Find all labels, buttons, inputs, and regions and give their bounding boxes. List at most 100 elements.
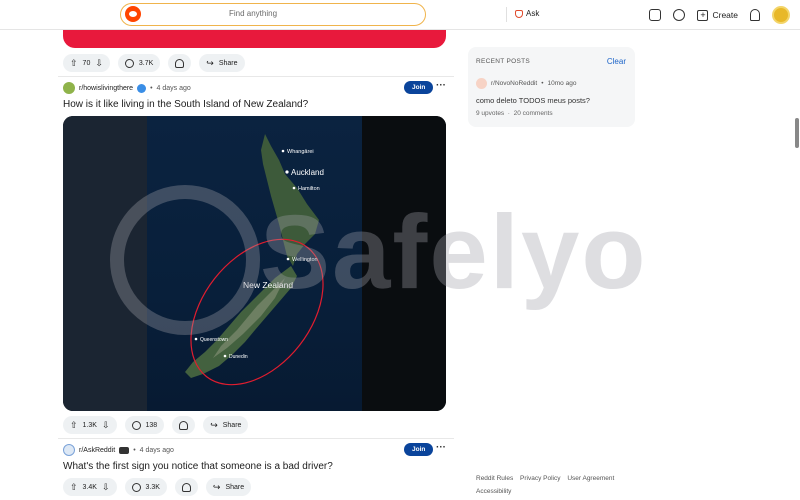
vote-count: 3.4K — [82, 483, 97, 491]
award-icon — [181, 482, 191, 492]
recent-posts-panel: RECENT POSTS Clear r/NovoNoReddit • 10mo… — [468, 47, 635, 127]
ask-icon — [515, 9, 523, 18]
recent-post-stats: 9 upvotes · 20 comments — [476, 110, 553, 117]
comment-count: 138 — [145, 421, 158, 429]
more-options-icon[interactable]: ··· — [436, 80, 446, 91]
post-actions: ⇧ 1.3K ⇩ 138 ↪ Share — [63, 416, 249, 434]
comment-icon — [124, 58, 134, 68]
previous-post-actions: ⇧ 70 ⇩ 3.7K ↪ Share — [63, 54, 245, 72]
verified-icon — [137, 83, 147, 93]
recent-comments: 20 comments — [513, 110, 553, 117]
share-icon: ↪ — [206, 57, 214, 68]
vote-count: 1.3K — [82, 421, 97, 429]
post-title[interactable]: What's the first sign you notice that so… — [63, 461, 333, 472]
recent-post-title[interactable]: como deleto TODOS meus posts? — [476, 96, 590, 105]
share-button[interactable]: ↪ Share — [199, 54, 245, 72]
share-icon: ↪ — [210, 419, 218, 430]
map-panel: Whangārei Auckland Hamilton Wellington N… — [147, 116, 362, 411]
award-button[interactable] — [172, 416, 196, 434]
share-label: Share — [218, 59, 238, 67]
map-label-auckland: Auckland — [291, 168, 324, 177]
share-label: Share — [225, 483, 245, 491]
separator-dot: · — [506, 110, 512, 117]
recent-subreddit[interactable]: r/NovoNoReddit — [491, 80, 537, 87]
notification-bell-icon[interactable] — [750, 9, 760, 21]
footer-link-rules[interactable]: Reddit Rules — [476, 475, 513, 482]
post-divider — [58, 76, 454, 77]
separator-dot: • — [133, 446, 136, 454]
subreddit-icon[interactable] — [476, 78, 487, 89]
new-zealand-map: Whangārei Auckland Hamilton Wellington N… — [185, 134, 324, 386]
clear-button[interactable]: Clear — [607, 57, 626, 66]
search-input[interactable]: Find anything — [121, 9, 385, 18]
recent-post-meta: r/NovoNoReddit • 10mo ago — [476, 78, 576, 89]
subreddit-icon[interactable] — [63, 444, 75, 456]
recent-upvotes: 9 upvotes — [476, 110, 505, 117]
search-divider — [506, 7, 507, 22]
map-label-wellington: Wellington — [292, 257, 318, 263]
create-button[interactable]: + Create — [697, 9, 738, 21]
ask-button[interactable]: Ask — [515, 9, 539, 18]
separator-dot: • — [150, 84, 153, 92]
vote-control[interactable]: ⇧ 70 ⇩ — [63, 54, 110, 72]
plus-icon: + — [697, 9, 709, 21]
previous-post-media[interactable] — [63, 30, 446, 48]
downvote-icon[interactable]: ⇩ — [102, 420, 110, 430]
share-button[interactable]: ↪ Share — [203, 416, 249, 434]
share-button[interactable]: ↪ Share — [205, 478, 252, 496]
comments-button[interactable]: 138 — [124, 416, 165, 434]
award-button[interactable] — [168, 54, 192, 72]
post-time: 4 days ago — [156, 84, 191, 92]
subreddit-icon[interactable] — [63, 82, 75, 94]
join-button[interactable]: Join — [404, 81, 434, 94]
chat-icon[interactable] — [673, 9, 686, 21]
comment-icon — [131, 420, 141, 430]
ask-label: Ask — [526, 9, 540, 18]
post-actions: ⇧ 3.4K ⇩ 3.3K ↪ Share — [63, 478, 252, 496]
upvote-icon[interactable]: ⇧ — [70, 420, 78, 430]
page-scrollbar[interactable] — [795, 118, 799, 148]
comments-button[interactable]: 3.7K — [117, 54, 161, 72]
post-image[interactable]: Whangārei Auckland Hamilton Wellington N… — [63, 116, 446, 411]
advertise-icon[interactable] — [649, 9, 662, 21]
post-meta: r/howislivingthere • 4 days ago — [63, 82, 191, 94]
map-label-dunedin: Dunedin — [229, 354, 248, 360]
more-options-icon[interactable]: ··· — [436, 442, 446, 453]
vote-control[interactable]: ⇧ 3.4K ⇩ — [63, 478, 117, 496]
post-divider — [58, 438, 454, 439]
comments-button[interactable]: 3.3K — [124, 478, 167, 496]
comment-count: 3.3K — [145, 483, 160, 491]
vote-control[interactable]: ⇧ 1.3K ⇩ — [63, 416, 117, 434]
post-title[interactable]: How is it like living in the South Islan… — [63, 99, 308, 110]
share-icon: ↪ — [212, 481, 221, 492]
separator-dot: • — [541, 80, 544, 87]
downvote-icon[interactable]: ⇩ — [95, 58, 103, 68]
join-button[interactable]: Join — [404, 443, 434, 456]
recent-posts-heading: RECENT POSTS — [476, 58, 531, 65]
subreddit-name[interactable]: r/howislivingthere — [79, 85, 133, 92]
flair-icon — [119, 446, 130, 454]
footer-link-accessibility[interactable]: Accessibility — [476, 488, 511, 495]
header-actions: + Create — [649, 6, 790, 24]
map-label-queenstown: Queenstown — [200, 337, 228, 343]
map-label-country: New Zealand — [243, 280, 293, 290]
user-avatar[interactable] — [772, 6, 790, 24]
image-side-panel — [63, 116, 147, 411]
footer-link-agreement[interactable]: User Agreement — [567, 475, 614, 482]
subreddit-name[interactable]: r/AskReddit — [79, 447, 115, 454]
create-label: Create — [712, 10, 738, 20]
search-bar[interactable]: Find anything Ask — [120, 3, 539, 26]
upvote-icon[interactable]: ⇧ — [70, 482, 78, 492]
downvote-icon[interactable]: ⇩ — [102, 482, 110, 492]
footer-links: Reddit Rules Privacy Policy User Agreeme… — [476, 472, 626, 498]
award-icon — [179, 420, 189, 430]
map-label-hamilton: Hamilton — [298, 186, 320, 192]
comment-icon — [131, 482, 141, 492]
post-meta: r/AskReddit • 4 days ago — [63, 444, 174, 456]
recent-time: 10mo ago — [547, 80, 577, 87]
share-label: Share — [222, 421, 242, 429]
top-bar: Find anything Ask + Create — [0, 0, 800, 30]
footer-link-privacy[interactable]: Privacy Policy — [520, 475, 560, 482]
award-button[interactable] — [174, 478, 198, 496]
upvote-icon[interactable]: ⇧ — [70, 58, 78, 68]
